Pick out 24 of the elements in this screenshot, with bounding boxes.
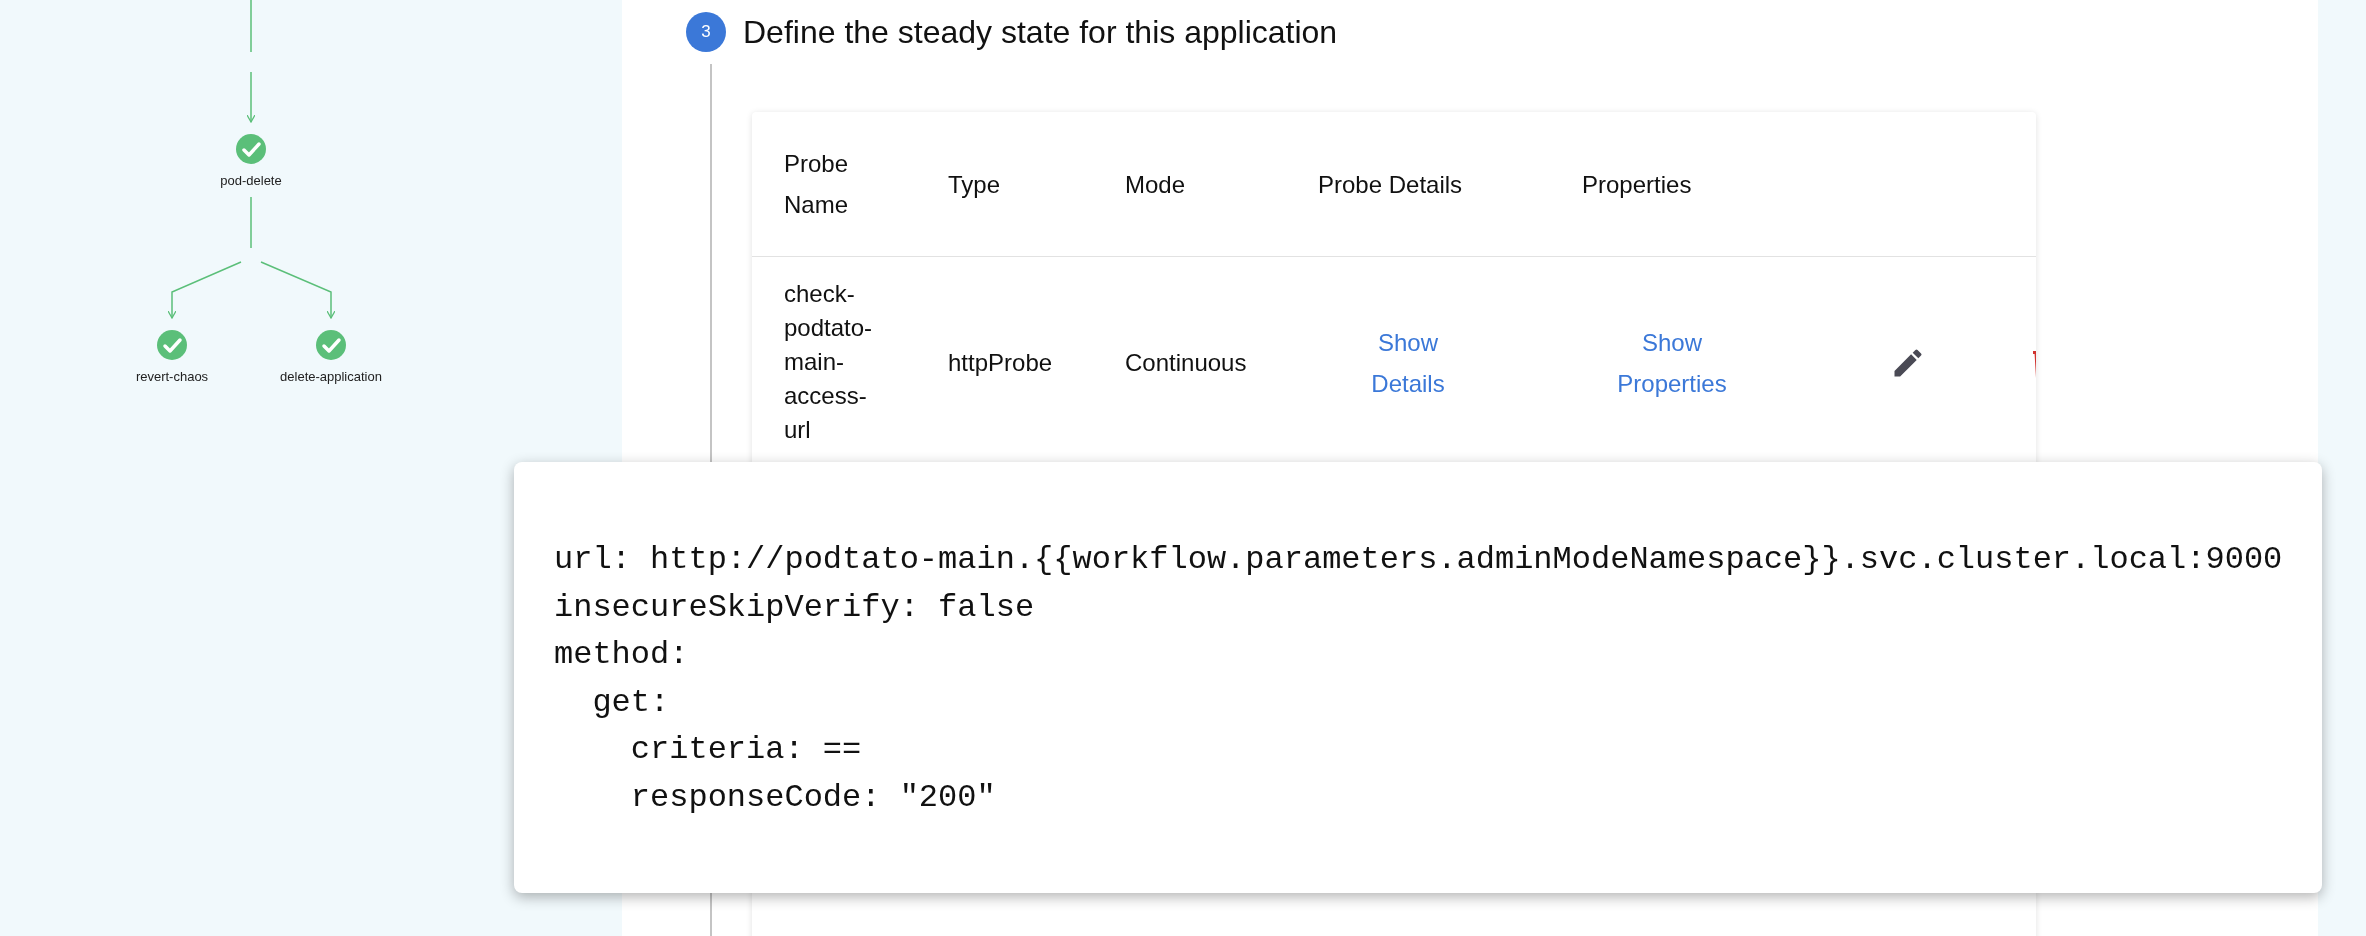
code-line: criteria: == — [629, 731, 862, 768]
column-header: Type — [948, 169, 1001, 200]
step-number: 3 — [686, 12, 726, 52]
column-header: Probe Name — [784, 149, 850, 220]
table-cell-text: check-podtato-main-access-url — [784, 279, 874, 445]
code-line: get: — [591, 683, 670, 721]
step-title: Define the steady state for this application — [743, 13, 1338, 52]
code-line: method: — [554, 636, 689, 673]
show-details-link[interactable]: Show Details — [1358, 321, 1458, 404]
show-properties-link[interactable]: Show Properties — [1602, 321, 1742, 404]
connector-line — [250, 0, 252, 53]
table-cell: Continuous — [1125, 348, 1247, 376]
column-header: Properties — [1582, 169, 1692, 200]
column-header: Probe Details — [1318, 169, 1463, 200]
connector-line — [250, 196, 252, 249]
connector-arrow — [246, 71, 256, 123]
node-label: pod-delete — [220, 173, 282, 188]
table-cell: httpProbe — [948, 348, 1053, 376]
column-header: Mode — [1125, 169, 1186, 200]
code-line: responseCode: "200" — [629, 778, 996, 816]
code-line: url: http://podtato-main.{{workflow.parameters.adminModeNamespace}}.svc.cluster.local:9000 — [554, 541, 2283, 578]
node-label: revert-chaos — [135, 369, 209, 384]
code-line: insecureSkipVerify: false — [554, 588, 1035, 626]
node-label: delete-application — [280, 369, 382, 384]
